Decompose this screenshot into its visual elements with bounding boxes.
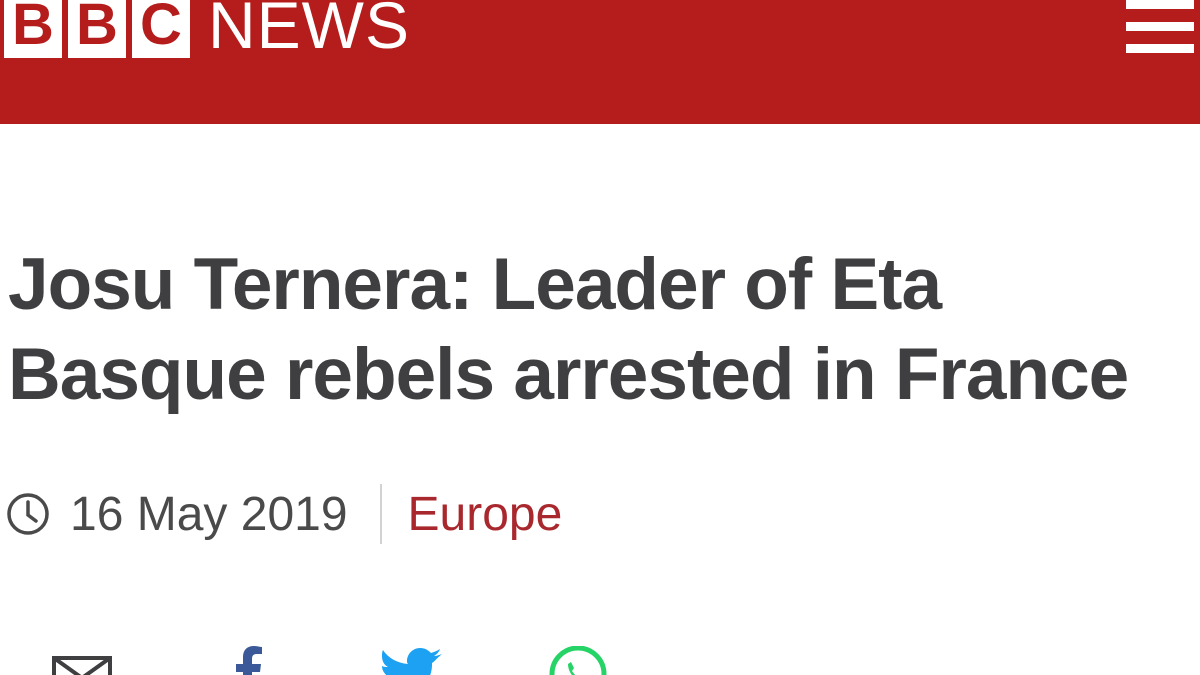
share-bar [0,640,1200,675]
facebook-icon[interactable] [228,646,268,675]
email-icon[interactable] [52,646,112,675]
logo-letter-b1: B [4,0,62,58]
section-link-europe[interactable]: Europe [408,487,563,542]
logo-word-news: NEWS [208,0,410,62]
headline-line-2: Basque rebels arrested in France [8,334,1129,415]
site-header: B B C NEWS [0,0,1200,124]
bbc-news-logo[interactable]: B B C NEWS [0,0,410,60]
article-headline: Josu Ternera: Leader of Eta Basque rebel… [8,240,1188,420]
logo-letter-c: C [132,0,190,58]
publish-date: 16 May 2019 [70,487,348,541]
meta-divider [379,484,382,544]
clock-icon [7,493,49,535]
article-meta: 16 May 2019 Europe [6,484,562,544]
headline-line-1: Josu Ternera: Leader of Eta [8,244,942,325]
hamburger-menu-icon[interactable] [1126,0,1194,56]
whatsapp-icon[interactable] [546,646,610,675]
twitter-icon[interactable] [382,646,444,675]
logo-letter-b2: B [68,0,126,58]
